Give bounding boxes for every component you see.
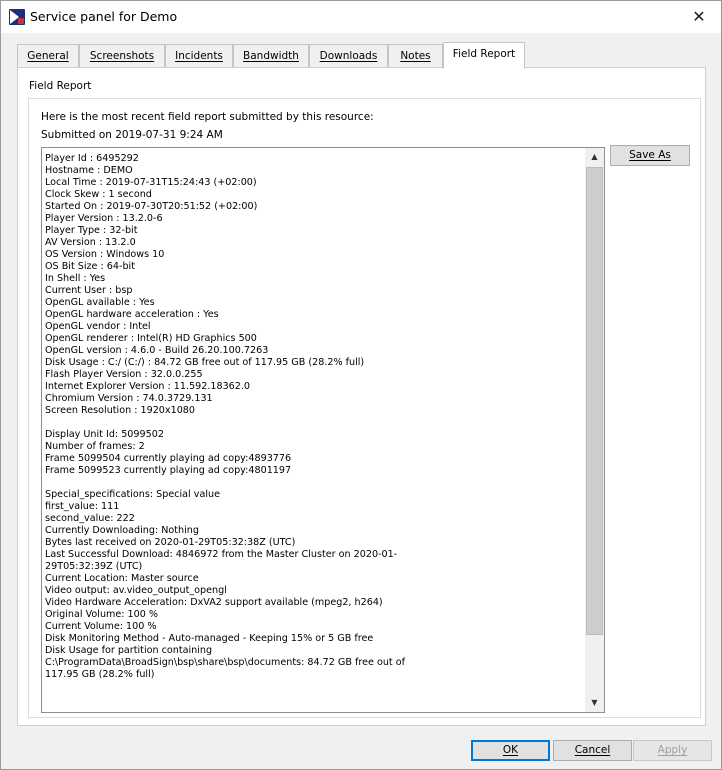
report-line: OpenGL vendor : Intel [45,321,151,332]
tab-strip: General Screenshots Incidents Bandwidth … [17,42,707,69]
report-line: Clock Skew : 1 second [45,189,152,200]
report-line: AV Version : 13.2.0 [45,237,136,248]
intro-text: Here is the most recent field report sub… [41,111,374,123]
report-line: 29T05:32:39Z (UTC) [45,561,143,572]
tab-notes[interactable]: Notes [388,44,443,68]
report-text-area[interactable]: Player Id : 6495292 Hostname : DEMO Local … [41,147,605,713]
apply-button: Apply [633,740,712,761]
report-line: Chromium Version : 74.0.3729.131 [45,393,213,404]
report-line: Currently Downloading: Nothing [45,525,199,536]
report-line: second_value: 222 [45,513,135,524]
close-icon[interactable]: ✕ [677,1,721,33]
tab-bandwidth[interactable]: Bandwidth [233,44,309,68]
panel-title: Field Report [29,80,92,92]
report-line: Current Location: Master source [45,573,199,584]
report-line: C:\ProgramData\BroadSign\bsp\share\bsp\d… [45,657,405,668]
report-line: OS Bit Size : 64-bit [45,261,135,272]
report-content: Player Id : 6495292 Hostname : DEMO Local … [45,153,585,681]
report-group: Here is the most recent field report sub… [28,98,701,718]
scroll-down-icon[interactable]: ▼ [585,694,604,712]
report-line: Internet Explorer Version : 11.592.18362… [45,381,251,392]
title-bar: Service panel for Demo ✕ [1,1,721,33]
report-line: Display Unit Id: 5099502 [45,429,164,440]
tab-general[interactable]: General [17,44,79,68]
scroll-up-icon[interactable]: ▲ [585,148,604,166]
report-line: Hostname : DEMO [45,165,133,176]
report-line: Video Hardware Acceleration: DxVA2 suppo… [45,597,383,608]
report-line: Local Time : 2019-07-31T15:24:43 (+02:00… [45,177,257,188]
report-line [45,417,585,429]
report-line: first_value: 111 [45,501,120,512]
report-line: Player Id : 6495292 [45,153,139,164]
tab-screenshots[interactable]: Screenshots [79,44,165,68]
report-line: OS Version : Windows 10 [45,249,165,260]
report-line: Player Version : 13.2.0-6 [45,213,163,224]
report-line: Frame 5099523 currently playing ad copy:… [45,465,292,476]
dialog-window: Service panel for Demo ✕ General Screens… [0,0,722,770]
report-line: Current Volume: 100 % [45,621,157,632]
report-line: Current User : bsp [45,285,133,296]
report-line: Last Successful Download: 4846972 from t… [45,549,398,560]
report-line: Number of frames: 2 [45,441,145,452]
report-line: Special_specifications: Special value [45,489,220,500]
tab-downloads[interactable]: Downloads [309,44,388,68]
report-line: Bytes last received on 2020-01-29T05:32:… [45,537,296,548]
tab-incidents[interactable]: Incidents [165,44,233,68]
report-line: OpenGL available : Yes [45,297,155,308]
report-line: In Shell : Yes [45,273,106,284]
report-line: Original Volume: 100 % [45,609,159,620]
scrollbar-thumb[interactable] [586,167,603,635]
report-line: Video output: av.video_output_opengl [45,585,227,596]
cancel-button[interactable]: Cancel [553,740,632,761]
field-report-panel: Field Report Here is the most recent fie… [17,67,706,726]
vertical-scrollbar[interactable]: ▲ ▼ [585,148,604,712]
report-line [45,477,585,489]
report-line: 117.95 GB (28.2% full) [45,669,155,680]
report-line: Disk Usage for partition containing [45,645,213,656]
report-line: OpenGL hardware acceleration : Yes [45,309,219,320]
save-as-button[interactable]: Save As [610,145,690,166]
report-line: Flash Player Version : 32.0.0.255 [45,369,203,380]
report-line: Disk Usage : C:/ (C:/) : 84.72 GB free o… [45,357,365,368]
report-line: OpenGL renderer : Intel(R) HD Graphics 5… [45,333,257,344]
window-title: Service panel for Demo [30,9,178,24]
submitted-date: Submitted on 2019-07-31 9:24 AM [41,129,223,141]
report-line: Started On : 2019-07-30T20:51:52 (+02:00… [45,201,258,212]
report-line: Player Type : 32-bit [45,225,138,236]
report-line: Screen Resolution : 1920x1080 [45,405,196,416]
ok-button[interactable]: OK [471,740,550,761]
report-line: Disk Monitoring Method - Auto-managed - … [45,633,374,644]
app-logo-icon [9,9,25,25]
tab-field-report[interactable]: Field Report [443,42,525,69]
report-line: Frame 5099504 currently playing ad copy:… [45,453,292,464]
report-line: OpenGL version : 4.6.0 - Build 26.20.100… [45,345,269,356]
